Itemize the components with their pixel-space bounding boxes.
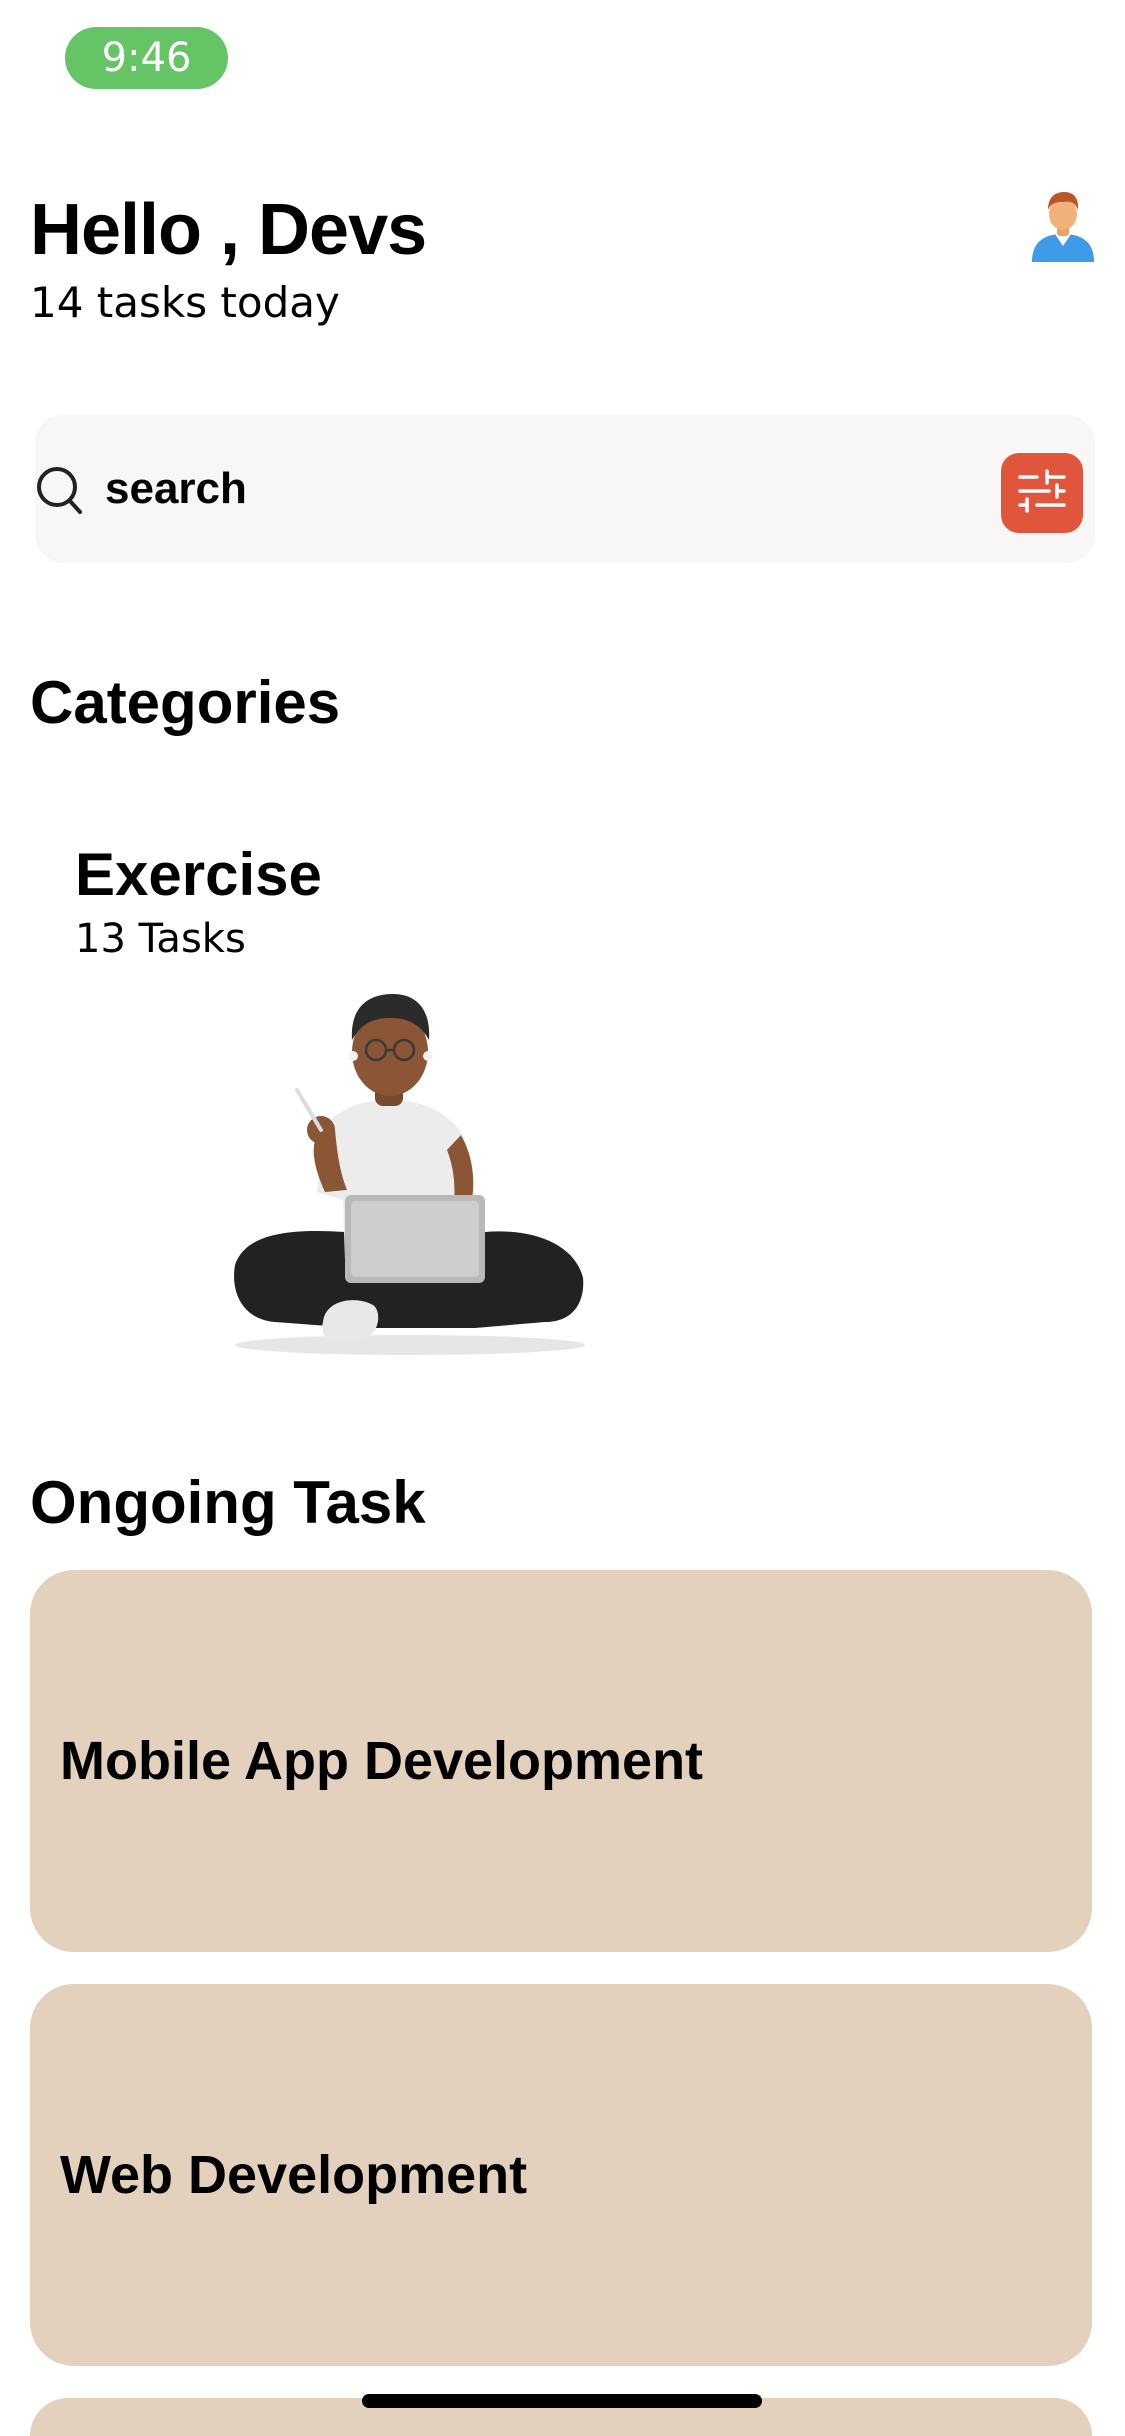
status-time: 9:46 (65, 27, 228, 89)
person-avatar-icon[interactable] (1028, 190, 1098, 262)
category-task-count: 13 Tasks (75, 916, 246, 962)
greeting-title: Hello , Devs (30, 190, 427, 270)
search-icon (35, 465, 83, 515)
category-card-exercise[interactable]: Exercise 13 Tasks (75, 840, 635, 1370)
task-card-web-development[interactable]: Web Development (30, 1984, 1092, 2366)
home-indicator[interactable] (362, 2394, 762, 2408)
category-title: Exercise (75, 841, 322, 908)
categories-heading: Categories (30, 669, 341, 736)
search-input[interactable] (105, 461, 625, 517)
search-bar (35, 415, 1095, 563)
task-title: Web Development (60, 2145, 528, 2205)
tasks-today-subtitle: 14 tasks today (30, 278, 340, 327)
person-with-laptop-illustration (205, 960, 605, 1360)
task-card-mobile-app-development[interactable]: Mobile App Development (30, 1570, 1092, 1952)
sliders-icon (1017, 468, 1067, 518)
ongoing-task-heading: Ongoing Task (30, 1469, 426, 1536)
filter-button[interactable] (1001, 453, 1083, 533)
task-title: Mobile App Development (60, 1731, 704, 1791)
